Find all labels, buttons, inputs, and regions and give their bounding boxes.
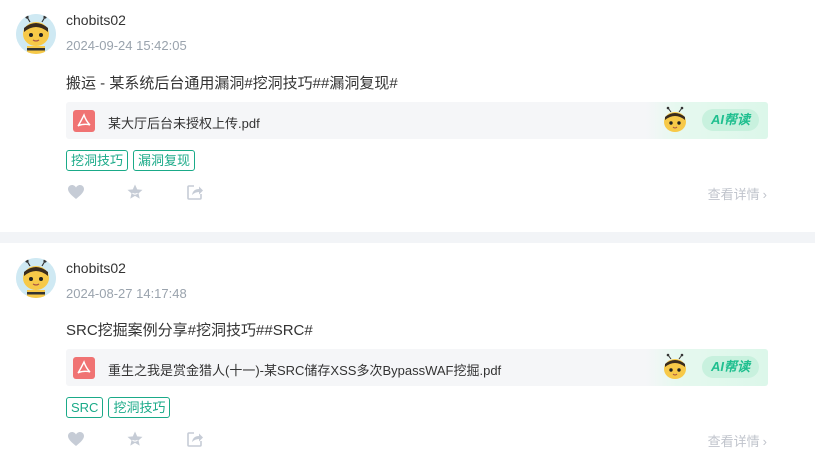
avatar[interactable] xyxy=(16,14,56,54)
share-icon[interactable] xyxy=(186,430,204,448)
chevron-right-icon: › xyxy=(762,434,767,449)
post-divider xyxy=(0,232,815,243)
tag-list: 挖洞技巧 漏洞复现 xyxy=(66,150,196,171)
post-timestamp: 2024-08-27 14:17:48 xyxy=(66,286,187,301)
post-timestamp: 2024-09-24 15:42:05 xyxy=(66,38,187,53)
action-bar: 查看详情 › xyxy=(67,430,767,450)
avatar[interactable] xyxy=(16,258,56,298)
bee-mascot-icon xyxy=(664,353,686,379)
star-icon[interactable] xyxy=(126,430,144,448)
star-icon[interactable] xyxy=(126,183,144,201)
author-name[interactable]: chobits02 xyxy=(66,260,126,276)
view-detail-label: 查看详情 xyxy=(707,434,760,449)
post-content[interactable]: SRC挖掘案例分享#挖洞技巧##SRC# xyxy=(66,319,313,340)
tag-list: SRC 挖洞技巧 xyxy=(66,397,171,418)
view-detail-label: 查看详情 xyxy=(707,187,760,202)
pdf-icon xyxy=(73,110,95,132)
attachment-card[interactable]: 重生之我是赏金猎人(十一)-某SRC储存XSS多次BypassWAF挖掘.pdf… xyxy=(66,349,768,386)
heart-icon[interactable] xyxy=(67,430,85,448)
bee-mascot-icon xyxy=(664,106,686,132)
attachment-card[interactable]: 某大厅后台未授权上传.pdf AI帮读 xyxy=(66,102,768,139)
heart-icon[interactable] xyxy=(67,183,85,201)
chevron-right-icon: › xyxy=(762,187,767,202)
pdf-icon xyxy=(73,357,95,379)
attachment-file-name[interactable]: 重生之我是赏金猎人(十一)-某SRC储存XSS多次BypassWAF挖掘.pdf xyxy=(108,360,501,379)
topic-tag[interactable]: 漏洞复现 xyxy=(133,150,196,171)
action-bar: 查看详情 › xyxy=(67,183,767,203)
ai-read-button[interactable]: AI帮读 xyxy=(702,356,759,378)
ai-read-button[interactable]: AI帮读 xyxy=(702,109,759,131)
topic-tag[interactable]: SRC xyxy=(66,397,104,418)
post-content[interactable]: 搬运 - 某系统后台通用漏洞#挖洞技巧##漏洞复现# xyxy=(66,72,398,93)
attachment-file-name[interactable]: 某大厅后台未授权上传.pdf xyxy=(108,113,260,132)
view-detail-link[interactable]: 查看详情 › xyxy=(708,184,767,203)
author-name[interactable]: chobits02 xyxy=(66,12,126,28)
ai-read-zone: AI帮读 xyxy=(646,102,768,139)
view-detail-link[interactable]: 查看详情 › xyxy=(708,431,767,450)
feed-post: chobits02 2024-09-24 15:42:05 搬运 - 某系统后台… xyxy=(0,0,815,232)
topic-tag[interactable]: 挖洞技巧 xyxy=(108,397,171,418)
share-icon[interactable] xyxy=(186,183,204,201)
feed-post: chobits02 2024-08-27 14:17:48 SRC挖掘案例分享#… xyxy=(0,243,815,475)
topic-tag[interactable]: 挖洞技巧 xyxy=(66,150,129,171)
ai-read-zone: AI帮读 xyxy=(646,349,768,386)
